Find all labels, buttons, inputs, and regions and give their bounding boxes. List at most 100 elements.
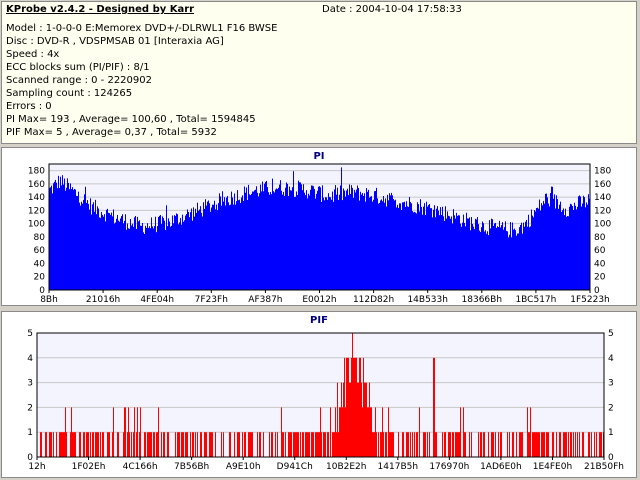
- pif-bar: [109, 432, 110, 457]
- pi-bar: [575, 205, 576, 290]
- x-tick-label: 4C166h: [123, 462, 158, 472]
- pif-bar: [136, 432, 137, 457]
- pi-bar: [251, 193, 252, 290]
- pi-bar: [298, 180, 299, 290]
- y-tick-label-left: 3: [27, 379, 33, 389]
- pi-bar: [245, 192, 246, 290]
- pif-bar: [601, 432, 602, 457]
- pif-bar: [193, 432, 194, 457]
- pif-bar: [463, 407, 464, 457]
- pi-bar: [157, 226, 158, 290]
- pi-bar: [560, 201, 561, 290]
- pi-bar: [94, 211, 95, 290]
- y-tick-label-left: 2: [27, 403, 33, 413]
- pif-bar: [275, 432, 276, 457]
- pi-bar: [350, 193, 351, 290]
- pif-bar: [445, 432, 446, 457]
- pi-bar: [247, 199, 248, 290]
- pi-bar: [489, 220, 490, 290]
- pi-bar: [481, 227, 482, 290]
- pif-bar: [478, 432, 479, 457]
- pif-bar: [79, 432, 80, 457]
- pi-bar: [299, 182, 300, 290]
- pif-bar: [150, 432, 151, 457]
- pi-bar: [211, 207, 212, 290]
- pif-bar: [512, 432, 513, 457]
- pif-bar: [352, 333, 353, 457]
- pif-bar: [385, 432, 386, 457]
- pif-bar: [559, 432, 560, 457]
- pi-bar: [281, 190, 282, 290]
- pi-bar: [61, 185, 62, 290]
- pi-bar: [404, 201, 405, 290]
- pi-bar: [169, 221, 170, 290]
- pif-bar: [129, 432, 130, 457]
- pif-bar: [427, 432, 428, 457]
- pi-bar: [131, 225, 132, 290]
- pif-bar: [381, 432, 382, 457]
- pi-bar: [570, 203, 571, 290]
- pi-bar: [226, 197, 227, 290]
- pi-bar: [567, 216, 568, 290]
- pif-bar: [469, 432, 470, 457]
- pif-bar: [484, 432, 485, 457]
- pi-bar: [250, 195, 251, 290]
- pif-bar: [87, 432, 88, 457]
- pi-bar: [503, 229, 504, 290]
- pif-bar: [348, 357, 349, 457]
- pif-bar: [125, 407, 126, 457]
- pif-bar: [290, 432, 291, 457]
- pi-bar: [499, 220, 500, 290]
- chart-title: PI: [313, 151, 324, 162]
- pi-bar: [260, 184, 261, 290]
- pif-bar: [144, 432, 145, 457]
- pi-bar: [398, 207, 399, 290]
- pif-bar: [361, 382, 362, 457]
- pi-bar: [263, 191, 264, 290]
- pif-bar: [269, 432, 270, 457]
- pi-bar: [586, 202, 587, 290]
- pi-bar: [91, 214, 92, 290]
- pif-bar: [281, 407, 282, 457]
- y-tick-label-left: 140: [28, 193, 45, 203]
- pif-bar: [192, 432, 193, 457]
- pi-bar: [538, 208, 539, 290]
- pi-chart: PI0 020 2040 4060 6080 80100 100120 120140 14016…: [28, 151, 612, 305]
- pif-bar: [139, 432, 140, 457]
- pi-bar: [490, 228, 491, 290]
- pi-bar: [128, 228, 129, 290]
- pi-bar: [140, 225, 141, 290]
- pif-bar: [239, 432, 240, 457]
- pif-bar: [330, 407, 331, 457]
- pi-bar: [172, 215, 173, 290]
- pi-bar: [408, 206, 409, 290]
- pi-bar: [102, 214, 103, 290]
- pi-bar: [487, 231, 488, 290]
- pif-bar: [547, 432, 548, 457]
- pi-bar: [448, 215, 449, 290]
- pif-bar: [582, 432, 583, 457]
- pi-bar: [290, 190, 291, 290]
- pi-bar: [468, 218, 469, 290]
- pi-bar: [368, 189, 369, 290]
- pi-bar: [529, 227, 530, 290]
- pif-bar: [210, 432, 211, 457]
- pi-bar: [587, 204, 588, 290]
- pi-bar: [354, 189, 355, 290]
- pi-bar: [483, 223, 484, 290]
- pif-bar: [74, 432, 75, 457]
- pi-bar: [581, 206, 582, 290]
- pif-bar: [327, 432, 328, 457]
- pi-bar: [195, 208, 196, 290]
- pi-bar: [551, 186, 552, 290]
- x-tick-label: 7B56Bh: [174, 462, 209, 472]
- pi-bar: [234, 193, 235, 290]
- pi-bar: [328, 193, 329, 290]
- pif-bar: [571, 432, 572, 457]
- pi-bar: [524, 226, 525, 290]
- pif-bar: [158, 407, 159, 457]
- pi-bar: [572, 206, 573, 290]
- pif-bar: [98, 432, 99, 457]
- pif-chart-panel: PIF 0 0 1 1 2 2 3 3 4 4 5 5 12h 1F02Eh 4C166h 7B56Bh A9E1…: [1, 311, 637, 478]
- pi-bar: [167, 226, 168, 290]
